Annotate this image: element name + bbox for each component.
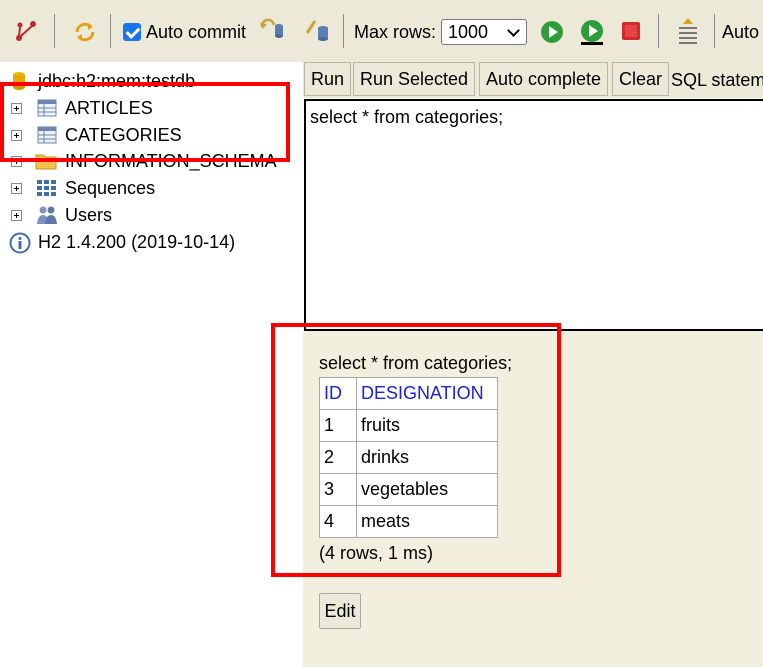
edit-button[interactable]: Edit: [319, 593, 361, 629]
annotation-box-results: [271, 323, 561, 577]
users-icon: [37, 206, 57, 224]
sequences-icon: [37, 180, 56, 196]
expand-icon[interactable]: [11, 210, 22, 221]
rollback-icon[interactable]: [258, 17, 286, 41]
max-rows-label: Max rows:: [354, 22, 437, 42]
info-icon: [9, 232, 31, 254]
tree-item-label: Users: [65, 204, 113, 225]
auto-select-label: Auto: [722, 22, 760, 42]
refresh-icon[interactable]: [72, 19, 98, 45]
run-selected-button[interactable]: Run Selected: [353, 62, 476, 96]
max-rows-select[interactable]: 1000: [441, 19, 527, 45]
toolbar: Auto commit Max rows: 1000 Auto: [0, 0, 763, 62]
sql-statement-label: SQL statem: [671, 70, 763, 90]
connect-icon[interactable]: [14, 19, 38, 43]
commit-icon[interactable]: [304, 17, 332, 43]
clear-button[interactable]: Clear: [612, 62, 670, 96]
annotation-box-tables: [0, 82, 290, 162]
auto-commit-checkbox[interactable]: [123, 23, 141, 41]
run-step-icon[interactable]: [578, 18, 606, 46]
auto-complete-button[interactable]: Auto complete: [479, 62, 609, 96]
query-button-bar: Run Run Selected Auto complete Clear SQL…: [303, 62, 763, 98]
version-label: H2 1.4.200 (2019-10-14): [38, 231, 236, 252]
run-icon[interactable]: [540, 20, 564, 44]
tree-item-label: Sequences: [65, 177, 156, 198]
run-button[interactable]: Run: [304, 62, 352, 96]
history-icon[interactable]: [676, 16, 700, 46]
sql-editor[interactable]: select * from categories;: [304, 99, 763, 331]
expand-icon[interactable]: [11, 183, 22, 194]
stop-icon[interactable]: [620, 20, 642, 42]
auto-commit-label: Auto commit: [146, 22, 247, 42]
